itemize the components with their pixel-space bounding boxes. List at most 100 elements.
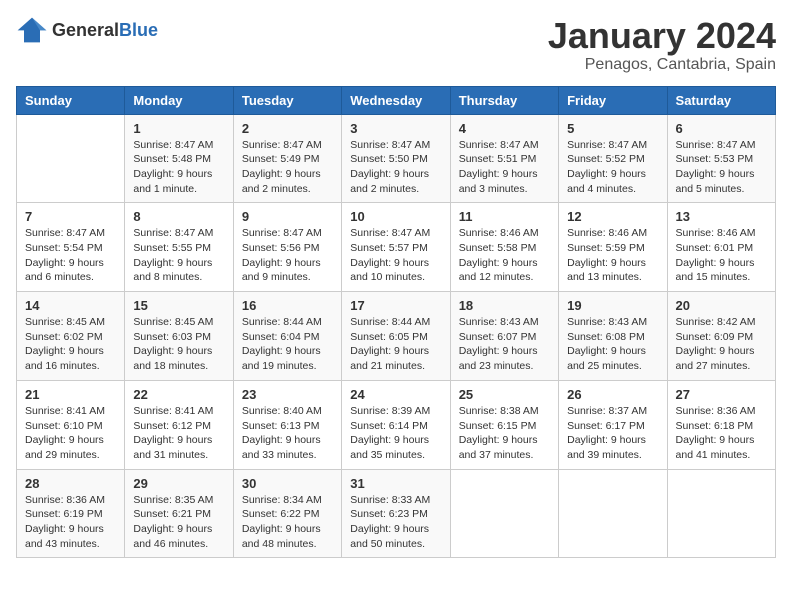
day-info: Sunrise: 8:37 AMSunset: 6:17 PMDaylight:… <box>567 404 658 463</box>
day-number: 26 <box>567 387 658 402</box>
calendar-week-row: 1 Sunrise: 8:47 AMSunset: 5:48 PMDaylight… <box>17 114 776 203</box>
calendar-table: SundayMondayTuesdayWednesdayThursdayFrid… <box>16 86 776 559</box>
weekday-header-row: SundayMondayTuesdayWednesdayThursdayFrid… <box>17 86 776 114</box>
day-info: Sunrise: 8:36 AMSunset: 6:18 PMDaylight:… <box>676 404 767 463</box>
day-number: 1 <box>133 121 224 136</box>
calendar-cell: 13 Sunrise: 8:46 AMSunset: 6:01 PMDayligh… <box>667 203 775 292</box>
calendar-cell: 20 Sunrise: 8:42 AMSunset: 6:09 PMDayligh… <box>667 292 775 381</box>
day-info: Sunrise: 8:47 AMSunset: 5:49 PMDaylight:… <box>242 138 333 197</box>
day-info: Sunrise: 8:47 AMSunset: 5:51 PMDaylight:… <box>459 138 550 197</box>
day-info: Sunrise: 8:45 AMSunset: 6:02 PMDaylight:… <box>25 315 116 374</box>
calendar-cell: 16Sunrise: 8:44 AMSunset: 6:04 PMDayligh… <box>233 292 341 381</box>
day-info: Sunrise: 8:44 AMSunset: 6:05 PMDaylight:… <box>350 315 441 374</box>
calendar-cell <box>667 469 775 558</box>
day-number: 4 <box>459 121 550 136</box>
day-number: 14 <box>25 298 116 313</box>
day-info: Sunrise: 8:42 AMSunset: 6:09 PMDaylight:… <box>676 315 767 374</box>
calendar-cell <box>17 114 125 203</box>
calendar-cell <box>559 469 667 558</box>
day-info: Sunrise: 8:47 AMSunset: 5:57 PMDaylight:… <box>350 226 441 285</box>
title-area: January 2024 Penagos, Cantabria, Spain <box>548 16 776 74</box>
calendar-cell: 26 Sunrise: 8:37 AMSunset: 6:17 PMDayligh… <box>559 380 667 469</box>
weekday-header: Wednesday <box>342 86 450 114</box>
calendar-cell: 17 Sunrise: 8:44 AMSunset: 6:05 PMDayligh… <box>342 292 450 381</box>
weekday-header: Friday <box>559 86 667 114</box>
calendar-cell: 3Sunrise: 8:47 AMSunset: 5:50 PMDaylight… <box>342 114 450 203</box>
calendar-cell: 18Sunrise: 8:43 AMSunset: 6:07 PMDayligh… <box>450 292 558 381</box>
logo-text-blue: Blue <box>119 20 158 40</box>
day-number: 25 <box>459 387 550 402</box>
location-title: Penagos, Cantabria, Spain <box>548 56 776 74</box>
day-number: 24 <box>350 387 441 402</box>
logo-icon <box>16 16 48 44</box>
calendar-cell: 29 Sunrise: 8:35 AMSunset: 6:21 PMDayligh… <box>125 469 233 558</box>
day-number: 12 <box>567 209 658 224</box>
day-number: 9 <box>242 209 333 224</box>
day-number: 23 <box>242 387 333 402</box>
day-info: Sunrise: 8:40 AMSunset: 6:13 PMDaylight:… <box>242 404 333 463</box>
calendar-cell: 7Sunrise: 8:47 AMSunset: 5:54 PMDaylight… <box>17 203 125 292</box>
weekday-header: Monday <box>125 86 233 114</box>
calendar-cell: 6 Sunrise: 8:47 AMSunset: 5:53 PMDaylight… <box>667 114 775 203</box>
day-info: Sunrise: 8:47 AMSunset: 5:55 PMDaylight:… <box>133 226 224 285</box>
calendar-cell: 1 Sunrise: 8:47 AMSunset: 5:48 PMDaylight… <box>125 114 233 203</box>
weekday-header: Thursday <box>450 86 558 114</box>
day-number: 29 <box>133 476 224 491</box>
day-number: 10 <box>350 209 441 224</box>
day-info: Sunrise: 8:36 AMSunset: 6:19 PMDaylight:… <box>25 493 116 552</box>
day-number: 6 <box>676 121 767 136</box>
day-number: 21 <box>25 387 116 402</box>
calendar-cell: 8 Sunrise: 8:47 AMSunset: 5:55 PMDaylight… <box>125 203 233 292</box>
day-info: Sunrise: 8:47 AMSunset: 5:48 PMDaylight:… <box>133 138 224 197</box>
day-info: Sunrise: 8:47 AMSunset: 5:53 PMDaylight:… <box>676 138 767 197</box>
calendar-week-row: 21 Sunrise: 8:41 AMSunset: 6:10 PMDayligh… <box>17 380 776 469</box>
weekday-header: Tuesday <box>233 86 341 114</box>
day-number: 13 <box>676 209 767 224</box>
calendar-cell: 21 Sunrise: 8:41 AMSunset: 6:10 PMDayligh… <box>17 380 125 469</box>
calendar-cell: 14 Sunrise: 8:45 AMSunset: 6:02 PMDayligh… <box>17 292 125 381</box>
day-info: Sunrise: 8:47 AMSunset: 5:54 PMDaylight:… <box>25 226 116 285</box>
day-number: 17 <box>350 298 441 313</box>
calendar-cell: 23 Sunrise: 8:40 AMSunset: 6:13 PMDayligh… <box>233 380 341 469</box>
calendar-cell: 25 Sunrise: 8:38 AMSunset: 6:15 PMDayligh… <box>450 380 558 469</box>
day-info: Sunrise: 8:38 AMSunset: 6:15 PMDaylight:… <box>459 404 550 463</box>
header: GeneralBlue January 2024 Penagos, Cantab… <box>16 16 776 74</box>
calendar-cell: 9 Sunrise: 8:47 AMSunset: 5:56 PMDaylight… <box>233 203 341 292</box>
day-info: Sunrise: 8:47 AMSunset: 5:56 PMDaylight:… <box>242 226 333 285</box>
calendar-cell <box>450 469 558 558</box>
calendar-cell: 10 Sunrise: 8:47 AMSunset: 5:57 PMDayligh… <box>342 203 450 292</box>
day-number: 22 <box>133 387 224 402</box>
day-info: Sunrise: 8:46 AMSunset: 5:59 PMDaylight:… <box>567 226 658 285</box>
day-info: Sunrise: 8:39 AMSunset: 6:14 PMDaylight:… <box>350 404 441 463</box>
day-number: 30 <box>242 476 333 491</box>
calendar-cell: 24 Sunrise: 8:39 AMSunset: 6:14 PMDayligh… <box>342 380 450 469</box>
day-info: Sunrise: 8:41 AMSunset: 6:10 PMDaylight:… <box>25 404 116 463</box>
day-info: Sunrise: 8:47 AMSunset: 5:52 PMDaylight:… <box>567 138 658 197</box>
day-info: Sunrise: 8:46 AMSunset: 6:01 PMDaylight:… <box>676 226 767 285</box>
calendar-week-row: 28 Sunrise: 8:36 AMSunset: 6:19 PMDayligh… <box>17 469 776 558</box>
calendar-week-row: 14 Sunrise: 8:45 AMSunset: 6:02 PMDayligh… <box>17 292 776 381</box>
day-number: 20 <box>676 298 767 313</box>
calendar-cell: 12 Sunrise: 8:46 AMSunset: 5:59 PMDayligh… <box>559 203 667 292</box>
day-number: 11 <box>459 209 550 224</box>
day-number: 5 <box>567 121 658 136</box>
day-info: Sunrise: 8:43 AMSunset: 6:07 PMDaylight:… <box>459 315 550 374</box>
calendar-cell: 19Sunrise: 8:43 AMSunset: 6:08 PMDayligh… <box>559 292 667 381</box>
day-info: Sunrise: 8:44 AMSunset: 6:04 PMDaylight:… <box>242 315 333 374</box>
calendar-cell: 4 Sunrise: 8:47 AMSunset: 5:51 PMDaylight… <box>450 114 558 203</box>
day-number: 8 <box>133 209 224 224</box>
day-number: 3 <box>350 121 441 136</box>
calendar-cell: 5 Sunrise: 8:47 AMSunset: 5:52 PMDaylight… <box>559 114 667 203</box>
day-number: 28 <box>25 476 116 491</box>
day-number: 2 <box>242 121 333 136</box>
day-info: Sunrise: 8:34 AMSunset: 6:22 PMDaylight:… <box>242 493 333 552</box>
calendar-cell: 15Sunrise: 8:45 AMSunset: 6:03 PMDayligh… <box>125 292 233 381</box>
calendar-cell: 11Sunrise: 8:46 AMSunset: 5:58 PMDayligh… <box>450 203 558 292</box>
calendar-cell: 22Sunrise: 8:41 AMSunset: 6:12 PMDayligh… <box>125 380 233 469</box>
calendar-cell: 28 Sunrise: 8:36 AMSunset: 6:19 PMDayligh… <box>17 469 125 558</box>
logo: GeneralBlue <box>16 16 158 44</box>
calendar-cell: 30 Sunrise: 8:34 AMSunset: 6:22 PMDayligh… <box>233 469 341 558</box>
calendar-cell: 2 Sunrise: 8:47 AMSunset: 5:49 PMDaylight… <box>233 114 341 203</box>
day-number: 15 <box>133 298 224 313</box>
day-info: Sunrise: 8:35 AMSunset: 6:21 PMDaylight:… <box>133 493 224 552</box>
